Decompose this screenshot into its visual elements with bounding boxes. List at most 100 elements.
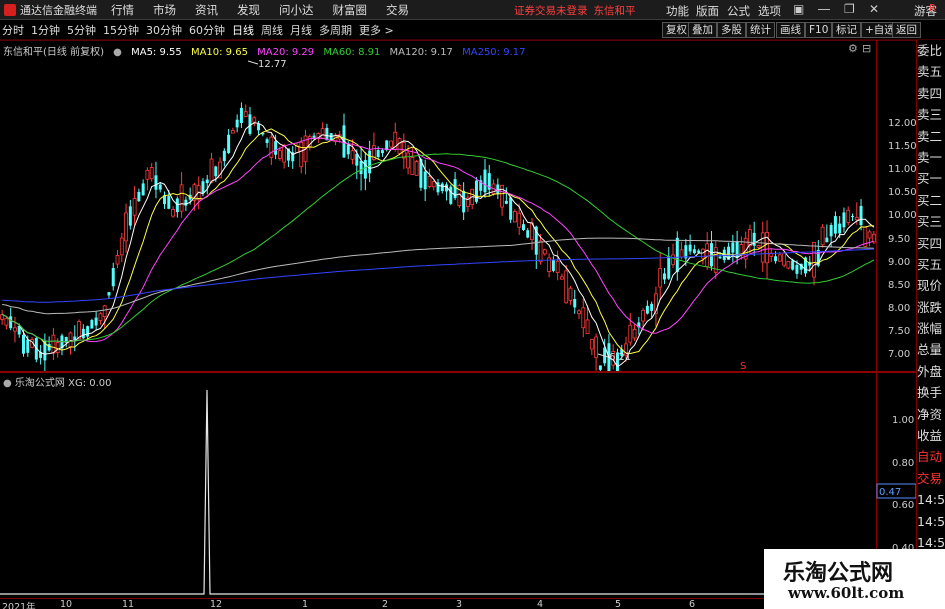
- candle-body: [440, 183, 444, 191]
- menu-formula[interactable]: 公式: [727, 3, 750, 19]
- candle-body: [406, 152, 410, 169]
- candle-body: [509, 197, 513, 220]
- candle-body: [496, 184, 500, 195]
- menu-wealth-circle[interactable]: 财富圈: [333, 2, 368, 18]
- period-5min[interactable]: 5分钟: [67, 22, 96, 38]
- period-30min[interactable]: 30分钟: [146, 22, 182, 38]
- multi-stock-button[interactable]: 多股: [717, 22, 746, 38]
- candle-body: [483, 169, 487, 193]
- minimize-icon[interactable]: ―: [818, 2, 830, 16]
- side-panel-item[interactable]: 自动: [917, 446, 945, 467]
- candle-body: [269, 136, 274, 158]
- candle-body: [184, 199, 188, 206]
- menu-options[interactable]: 选项: [758, 3, 781, 19]
- candle-body: [239, 107, 243, 124]
- candle-body: [107, 292, 111, 296]
- skin-icon[interactable]: ▣: [793, 2, 804, 16]
- price-tick: 7.00: [888, 349, 910, 360]
- trade-login-notice[interactable]: 证券交易未登录 东信和平: [514, 3, 636, 18]
- candle-body: [201, 181, 205, 194]
- menu-market[interactable]: 市场: [153, 2, 176, 18]
- candle-body: [282, 144, 287, 163]
- f10-button[interactable]: F10: [805, 22, 833, 38]
- menu-discover[interactable]: 发现: [237, 2, 260, 18]
- price-tick: 11.00: [888, 164, 916, 175]
- candle-body: [81, 328, 85, 339]
- side-panel-item: 买四: [917, 235, 943, 251]
- security-label: 东信和平(日线 前复权): [3, 47, 104, 58]
- candlestick-chart[interactable]: 12.00 11.50 11.00 10.50 10.00 9.50 9.00 …: [0, 40, 916, 372]
- candle-body: [786, 261, 791, 269]
- period-weekly[interactable]: 周线: [261, 22, 283, 38]
- notice-text: 证券交易未登录: [514, 5, 588, 17]
- ma250-label: MA250: 9.17: [462, 47, 526, 58]
- side-panel-item[interactable]: 交易: [917, 468, 945, 489]
- side-panel-item: 14:56: [917, 513, 945, 529]
- candle-body: [842, 212, 846, 228]
- candle-body: [795, 264, 799, 274]
- price-tick: 9.00: [888, 257, 910, 268]
- indicator-tick: 0.60: [892, 500, 914, 511]
- period-timeshare[interactable]: 分时: [2, 22, 24, 38]
- menu-layout[interactable]: 版面: [696, 3, 719, 19]
- candle-body: [167, 196, 171, 209]
- collapse-icon[interactable]: ⊟: [862, 42, 871, 55]
- candle-body: [320, 128, 325, 139]
- candle-body: [581, 307, 586, 329]
- candle-body: [542, 249, 547, 255]
- legend-toggle-icon[interactable]: ●: [113, 47, 122, 58]
- candle-body: [265, 139, 269, 144]
- watermark-title: 乐淘公式网: [783, 561, 894, 586]
- menu-news[interactable]: 资讯: [195, 2, 218, 18]
- candle-body: [697, 250, 701, 253]
- candle-body: [551, 260, 555, 271]
- statistics-button[interactable]: 统计: [746, 22, 775, 38]
- side-panel-item: 卖四: [917, 85, 943, 101]
- candle-body: [589, 339, 594, 350]
- mark-button[interactable]: 标记: [832, 22, 861, 38]
- back-button[interactable]: 返回: [892, 22, 921, 38]
- period-monthly[interactable]: 月线: [290, 22, 312, 38]
- notice-security-name: 东信和平: [593, 5, 636, 17]
- candle-body: [222, 150, 226, 162]
- candle-body: [846, 209, 851, 223]
- date-label: 2: [382, 599, 389, 609]
- candle-body: [632, 329, 637, 339]
- restore-rights-button[interactable]: 复权: [662, 22, 691, 38]
- candle-body: [598, 365, 602, 370]
- candle-body: [526, 230, 530, 238]
- indicator-toggle-icon[interactable]: ●: [3, 378, 12, 389]
- period-60min[interactable]: 60分钟: [189, 22, 225, 38]
- menu-trade[interactable]: 交易: [386, 2, 409, 18]
- low-marker-label: 6.21: [609, 352, 631, 363]
- candle-body: [688, 244, 692, 252]
- candle-body: [376, 150, 380, 158]
- period-15min[interactable]: 15分钟: [103, 22, 139, 38]
- close-icon[interactable]: ✕: [869, 2, 879, 16]
- candle-body: [325, 127, 329, 141]
- period-daily[interactable]: 日线: [232, 22, 254, 38]
- candle-body: [431, 181, 436, 188]
- candle-body: [871, 233, 876, 243]
- candle-body: [774, 256, 778, 262]
- side-panel-item: 涨幅: [917, 321, 943, 337]
- menu-assistant[interactable]: 问小达: [279, 2, 314, 18]
- candle-body: [346, 144, 350, 155]
- candle-body: [568, 287, 573, 301]
- ma120-label: MA120: 9.17: [389, 47, 453, 58]
- indicator-tick: 0.80: [892, 458, 914, 469]
- menu-quotes[interactable]: 行情: [111, 2, 134, 18]
- candle-body: [414, 161, 419, 176]
- period-1min[interactable]: 1分钟: [31, 22, 60, 38]
- settings-icon[interactable]: ⚙: [848, 42, 858, 55]
- restore-icon[interactable]: ❐: [844, 2, 855, 16]
- candle-body: [209, 158, 214, 183]
- candle-body: [368, 150, 372, 174]
- overlay-button[interactable]: 叠加: [688, 22, 717, 38]
- menu-function[interactable]: 功能: [666, 3, 689, 19]
- date-label: 10: [60, 599, 73, 609]
- period-multi[interactable]: 多周期: [319, 22, 352, 38]
- date-label: 12: [210, 599, 223, 609]
- period-more[interactable]: 更多 >: [359, 22, 394, 38]
- draw-line-button[interactable]: 画线: [776, 22, 805, 38]
